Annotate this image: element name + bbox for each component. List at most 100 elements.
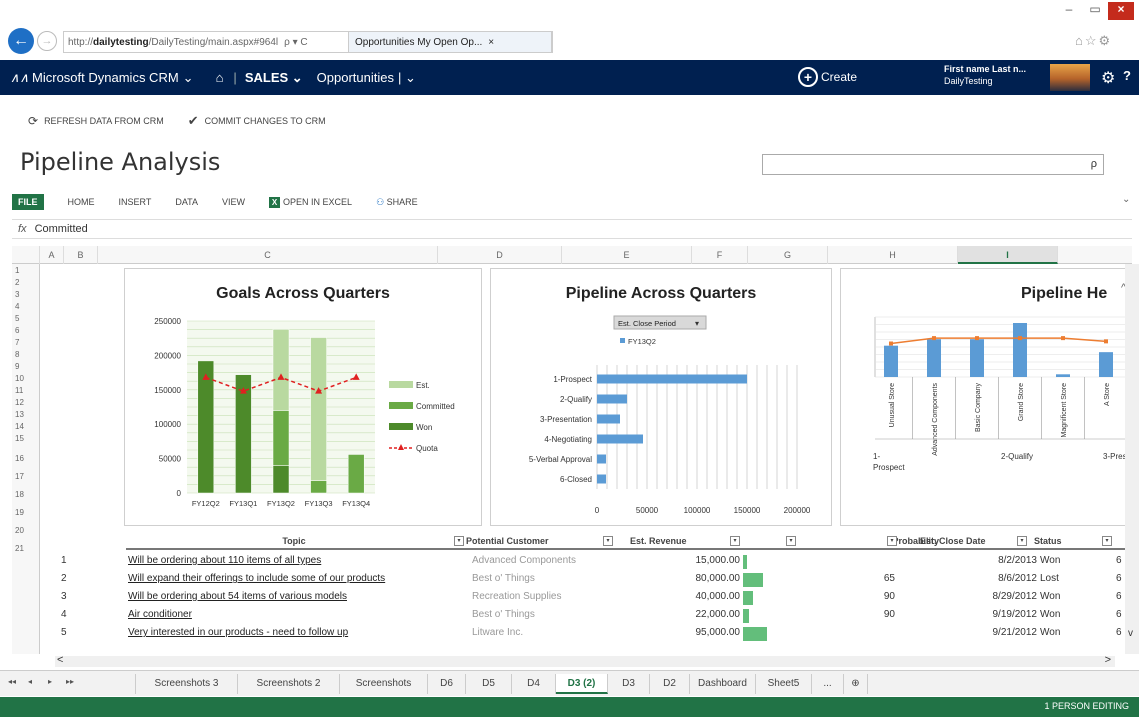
sheet-tab[interactable]: D6	[428, 674, 466, 694]
maximize-button[interactable]: ▭	[1082, 2, 1108, 20]
help-icon[interactable]: ?	[1123, 68, 1131, 83]
goals-chart-panel[interactable]: Goals Across Quarters 250000 200000 150000…	[124, 268, 482, 526]
pipeline-chart-panel[interactable]: Pipeline Across Quarters Est. Close Peri…	[490, 268, 832, 526]
search-input[interactable]: ρ	[762, 154, 1104, 175]
sheet-tab[interactable]: D4	[512, 674, 556, 694]
forward-button[interactable]: →	[37, 31, 57, 51]
row-header-21[interactable]: 21	[12, 542, 40, 555]
sheet-nav-icon[interactable]: ▸▸	[66, 677, 74, 686]
minimize-button[interactable]: –	[1056, 2, 1082, 20]
sheet-tab[interactable]: Screenshots 2	[238, 674, 340, 694]
share-button[interactable]: ⚇ SHARE	[376, 197, 418, 208]
avatar[interactable]	[1050, 64, 1090, 91]
column-header-d[interactable]: D	[438, 246, 562, 264]
column-header-f[interactable]: F	[692, 246, 748, 264]
filter-dropdown-icon[interactable]: ▾	[887, 536, 897, 546]
row-header-18[interactable]: 18	[12, 488, 40, 501]
nav-opportunities[interactable]: Opportunities | ⌄	[317, 70, 416, 86]
row-header-20[interactable]: 20	[12, 524, 40, 537]
sheet-nav-icon[interactable]: ◂◂	[8, 677, 16, 686]
tab-home[interactable]: HOME	[68, 197, 95, 207]
topic-link[interactable]: Very interested in our products - need t…	[128, 627, 348, 638]
column-header-e[interactable]: E	[562, 246, 692, 264]
pipeline-health-chart-panel[interactable]: Pipeline He Unusual Store Advanced Compon…	[840, 268, 1132, 526]
row-header-19[interactable]: 19	[12, 506, 40, 519]
tab-file[interactable]: FILE	[12, 194, 44, 210]
row-number: 4	[61, 609, 67, 620]
sheet-tab[interactable]: D2	[650, 674, 690, 694]
vertical-scrollbar[interactable]: v	[1125, 264, 1139, 654]
table-row[interactable]: 4 Air conditioner Best o' Things 22,000.00 9…	[40, 607, 1130, 625]
open-in-excel-button[interactable]: X OPEN IN EXCEL	[269, 196, 352, 208]
column-header-est-revenue[interactable]: Est. Revenue	[630, 533, 726, 549]
editing-status[interactable]: 1 PERSON EDITING	[1044, 701, 1129, 711]
sheet-tab[interactable]: D5	[466, 674, 512, 694]
add-sheet-icon[interactable]: ⊕	[844, 674, 868, 694]
table-row[interactable]: 5 Very interested in our products - need …	[40, 625, 1130, 643]
back-button[interactable]: ←	[8, 28, 34, 54]
column-header-topic[interactable]: Topic	[126, 533, 462, 549]
tab-view[interactable]: VIEW	[222, 197, 245, 207]
column-header-b[interactable]: B	[64, 246, 98, 264]
corner-cell[interactable]	[12, 246, 40, 264]
url-icons[interactable]: ρ ▾ C	[284, 37, 308, 48]
table-row[interactable]: 2 Will expand their offerings to include …	[40, 571, 1130, 589]
tab-data[interactable]: DATA	[175, 197, 198, 207]
column-header-potential-customer[interactable]: Potential Customer	[466, 533, 596, 549]
home-icon[interactable]: ⌂	[216, 70, 224, 85]
formula-bar[interactable]: fx Committed	[12, 219, 1132, 239]
column-header-a[interactable]: A	[40, 246, 64, 264]
create-button[interactable]: + Create	[798, 67, 857, 87]
commit-changes-button[interactable]: ✔ COMMIT CHANGES TO CRM	[188, 113, 326, 129]
sheet-tab[interactable]: Screenshots 3	[136, 674, 238, 694]
column-header-i[interactable]: I	[958, 246, 1058, 264]
sheet-tab[interactable]: D3 (2)	[556, 674, 608, 694]
topic-link[interactable]: Will be ordering about 54 items of vario…	[128, 591, 347, 602]
column-header-status[interactable]: Status	[1034, 533, 1134, 549]
column-header-probability[interactable]: Probability	[804, 533, 939, 549]
close-window-button[interactable]: ×	[1108, 2, 1134, 20]
refresh-data-button[interactable]: ⟳ REFRESH DATA FROM CRM	[28, 113, 164, 129]
table-row[interactable]: 1 Will be ordering about 110 items of all…	[40, 553, 1130, 571]
gear-icon[interactable]: ⚙	[1101, 68, 1115, 88]
row-header-16[interactable]: 16	[12, 452, 40, 465]
table-row[interactable]: 3 Will be ordering about 54 items of vari…	[40, 589, 1130, 607]
scroll-down-icon[interactable]: v	[1128, 628, 1133, 639]
column-header-h[interactable]: H	[828, 246, 958, 264]
overflow-cell: 6	[1116, 627, 1122, 638]
sheet-tab[interactable]: Screenshots	[340, 674, 428, 694]
topic-link[interactable]: Will expand their offerings to include s…	[128, 573, 385, 584]
filter-dropdown-icon[interactable]: ▾	[730, 536, 740, 546]
sheet-tab[interactable]: ...	[812, 674, 844, 694]
filter-dropdown-icon[interactable]: ▾	[603, 536, 613, 546]
column-header-est-close-date[interactable]: Est. Close Date	[920, 533, 1030, 549]
tab-close-icon[interactable]: ×	[488, 37, 494, 48]
sheet-tab[interactable]: D3	[608, 674, 650, 694]
address-bar[interactable]: http:// dailytesting /DailyTesting/main.…	[63, 31, 553, 53]
sheet-tab[interactable]: Dashboard	[690, 674, 756, 694]
topic-link[interactable]: Will be ordering about 110 items of all …	[128, 555, 321, 566]
user-info[interactable]: First name Last n... DailyTesting	[944, 63, 1026, 87]
scroll-left-icon[interactable]: <	[57, 654, 63, 666]
row-header-15[interactable]: 15	[12, 432, 40, 445]
filter-dropdown-icon[interactable]: ▾	[1102, 536, 1112, 546]
nav-sales[interactable]: SALES ⌄	[245, 70, 303, 86]
scroll-right-icon[interactable]: >	[1105, 654, 1111, 666]
crm-brand[interactable]: ∧∧ Microsoft Dynamics CRM ⌄	[10, 70, 194, 86]
filter-dropdown-icon[interactable]: ▾	[454, 536, 464, 546]
topic-link[interactable]: Air conditioner	[128, 609, 192, 620]
column-header-c[interactable]: C	[98, 246, 438, 264]
ribbon-collapse-icon[interactable]: ⌄	[1122, 194, 1130, 205]
column-header-g[interactable]: G	[748, 246, 828, 264]
tab-insert[interactable]: INSERT	[119, 197, 152, 207]
filter-dropdown-icon[interactable]: ▾	[786, 536, 796, 546]
browser-tab[interactable]: Opportunities My Open Op... ×	[349, 32, 552, 52]
sheet-nav-icon[interactable]: ◂	[28, 677, 32, 686]
sheet-nav-icon[interactable]: ▸	[48, 677, 52, 686]
filter-dropdown-icon[interactable]: ▾	[1017, 536, 1027, 546]
browser-toolbar-icons[interactable]: ⌂☆⚙	[1075, 33, 1112, 49]
search-icon[interactable]: ρ	[1091, 158, 1097, 170]
horizontal-scrollbar[interactable]: < >	[55, 654, 1115, 667]
row-header-17[interactable]: 17	[12, 470, 40, 483]
sheet-tab[interactable]: Sheet5	[756, 674, 812, 694]
